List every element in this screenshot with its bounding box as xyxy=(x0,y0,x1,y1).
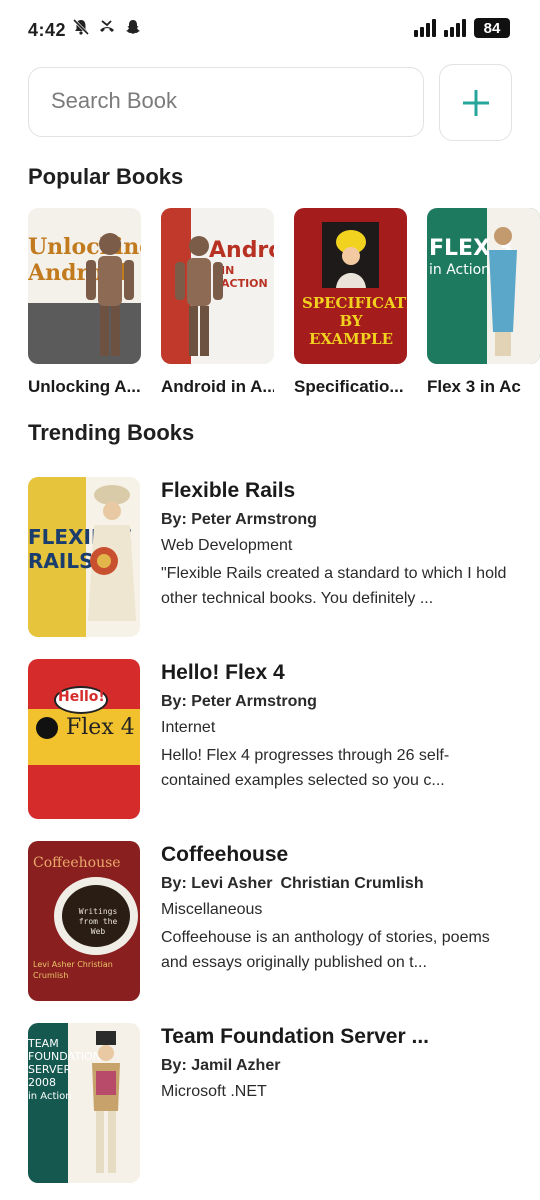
plus-icon xyxy=(462,89,489,116)
trending-book-info: Hello! Flex 4 By: Peter Armstrong Intern… xyxy=(161,659,518,793)
cover-illustration xyxy=(175,236,223,356)
popular-book-title: Unlocking A... xyxy=(28,377,141,396)
trending-book-item[interactable]: Coffeehouse Writings from the Web Levi A… xyxy=(28,841,518,1011)
book-description: Coffeehouse is an anthology of stories, … xyxy=(161,929,490,971)
snapchat-icon xyxy=(126,20,140,34)
signal-strength-icon-2 xyxy=(444,19,466,37)
trending-books-heading: Trending Books xyxy=(28,420,195,445)
cover-illustration xyxy=(86,233,134,356)
book-cover: FLEXIBLE RAILS xyxy=(28,477,140,637)
popular-book-title: Flex 3 in Ac xyxy=(427,377,521,396)
book-cover: SPECIFICATION BY EXAMPLE xyxy=(294,208,407,364)
book-category: Web Development xyxy=(161,537,293,554)
book-description: "Flexible Rails created a standard to wh… xyxy=(161,565,507,607)
book-category: Internet xyxy=(161,719,216,736)
cover-authors: Levi Asher Christian Crumlish xyxy=(33,960,113,980)
book-title: Coffeehouse xyxy=(161,843,289,866)
popular-book-card[interactable]: Android IN ACTION Android in A... xyxy=(161,208,274,397)
popular-book-title: Android in A... xyxy=(161,377,274,396)
trending-book-item[interactable]: Hello! Flex 4 Hello! Flex 4 By: Peter Ar… xyxy=(28,659,518,829)
book-cover: TEAM FOUNDATION SERVER 2008 in Action xyxy=(28,1023,140,1183)
cover-subtitle: in Action xyxy=(429,262,491,278)
trending-book-item[interactable]: FLEXIBLE RAILS Flexible Rails By: Peter … xyxy=(28,477,518,647)
status-bar: 4:42 84 xyxy=(0,0,540,62)
signal-strength-icon xyxy=(414,19,436,37)
add-book-button[interactable] xyxy=(439,64,512,141)
book-authors: By: Peter Armstrong xyxy=(161,693,518,711)
book-authors: By: Levi Asher Christian Crumlish xyxy=(161,875,518,893)
book-author: By: Levi Asher xyxy=(161,875,273,892)
book-title: Hello! Flex 4 xyxy=(161,661,285,684)
trending-book-info: Coffeehouse By: Levi Asher Christian Crum… xyxy=(161,841,518,975)
popular-books-carousel[interactable]: Unlocking Android Unlocking A... Android… xyxy=(28,208,540,398)
cover-title: Flex 4 xyxy=(66,715,135,740)
popular-books-heading: Popular Books xyxy=(28,164,184,189)
book-authors: By: Peter Armstrong xyxy=(161,511,518,529)
mute-bell-icon xyxy=(72,18,90,36)
popular-book-card[interactable]: FLEX 3 in Action Flex 3 in Ac xyxy=(427,208,540,397)
book-title: Flexible Rails xyxy=(161,479,296,502)
cover-title: SPECIFICATION BY EXAMPLE xyxy=(302,294,407,348)
book-author: Christian Crumlish xyxy=(280,875,424,892)
cover-subtitle: in Action xyxy=(28,1091,72,1102)
book-authors: By: Jamil Azher xyxy=(161,1057,518,1075)
status-time: 4:42 xyxy=(28,20,67,40)
cover-illustration xyxy=(489,227,517,356)
book-cover: Coffeehouse Writings from the Web Levi A… xyxy=(28,841,140,1001)
search-input[interactable] xyxy=(49,87,393,115)
popular-book-card[interactable]: SPECIFICATION BY EXAMPLE Specificatio... xyxy=(294,208,407,397)
cover-illustration xyxy=(88,485,136,621)
missed-call-icon xyxy=(100,20,114,32)
book-cover: Unlocking Android xyxy=(28,208,141,364)
cover-subtitle: Writings from the Web xyxy=(78,907,118,936)
book-cover: Android IN ACTION xyxy=(161,208,274,364)
trending-book-info: Team Foundation Server ... By: Jamil Azh… xyxy=(161,1023,518,1101)
book-author: By: Peter Armstrong xyxy=(161,693,317,710)
book-author: By: Peter Armstrong xyxy=(161,511,317,528)
popular-book-card[interactable]: Unlocking Android Unlocking A... xyxy=(28,208,141,397)
battery-icon: 84 xyxy=(474,18,510,38)
trending-book-item[interactable]: TEAM FOUNDATION SERVER 2008 in Action Te… xyxy=(28,1023,518,1193)
book-author: By: Jamil Azher xyxy=(161,1057,281,1074)
book-category: Miscellaneous xyxy=(161,901,263,918)
status-notification-icons xyxy=(72,18,142,36)
book-title: Team Foundation Server ... xyxy=(161,1025,429,1048)
book-cover: Hello! Flex 4 xyxy=(28,659,140,819)
book-cover: FLEX 3 in Action xyxy=(427,208,540,364)
cover-illustration xyxy=(336,230,366,288)
book-description: Hello! Flex 4 progresses through 26 self… xyxy=(161,747,450,789)
search-box[interactable] xyxy=(28,67,424,137)
trending-book-info: Flexible Rails By: Peter Armstrong Web D… xyxy=(161,477,518,611)
popular-book-title: Specificatio... xyxy=(294,377,404,396)
cover-title: Coffeehouse xyxy=(33,855,121,871)
cover-illustration xyxy=(92,1031,120,1173)
cover-badge: Hello! xyxy=(58,689,105,705)
book-category: Microsoft .NET xyxy=(161,1083,267,1100)
